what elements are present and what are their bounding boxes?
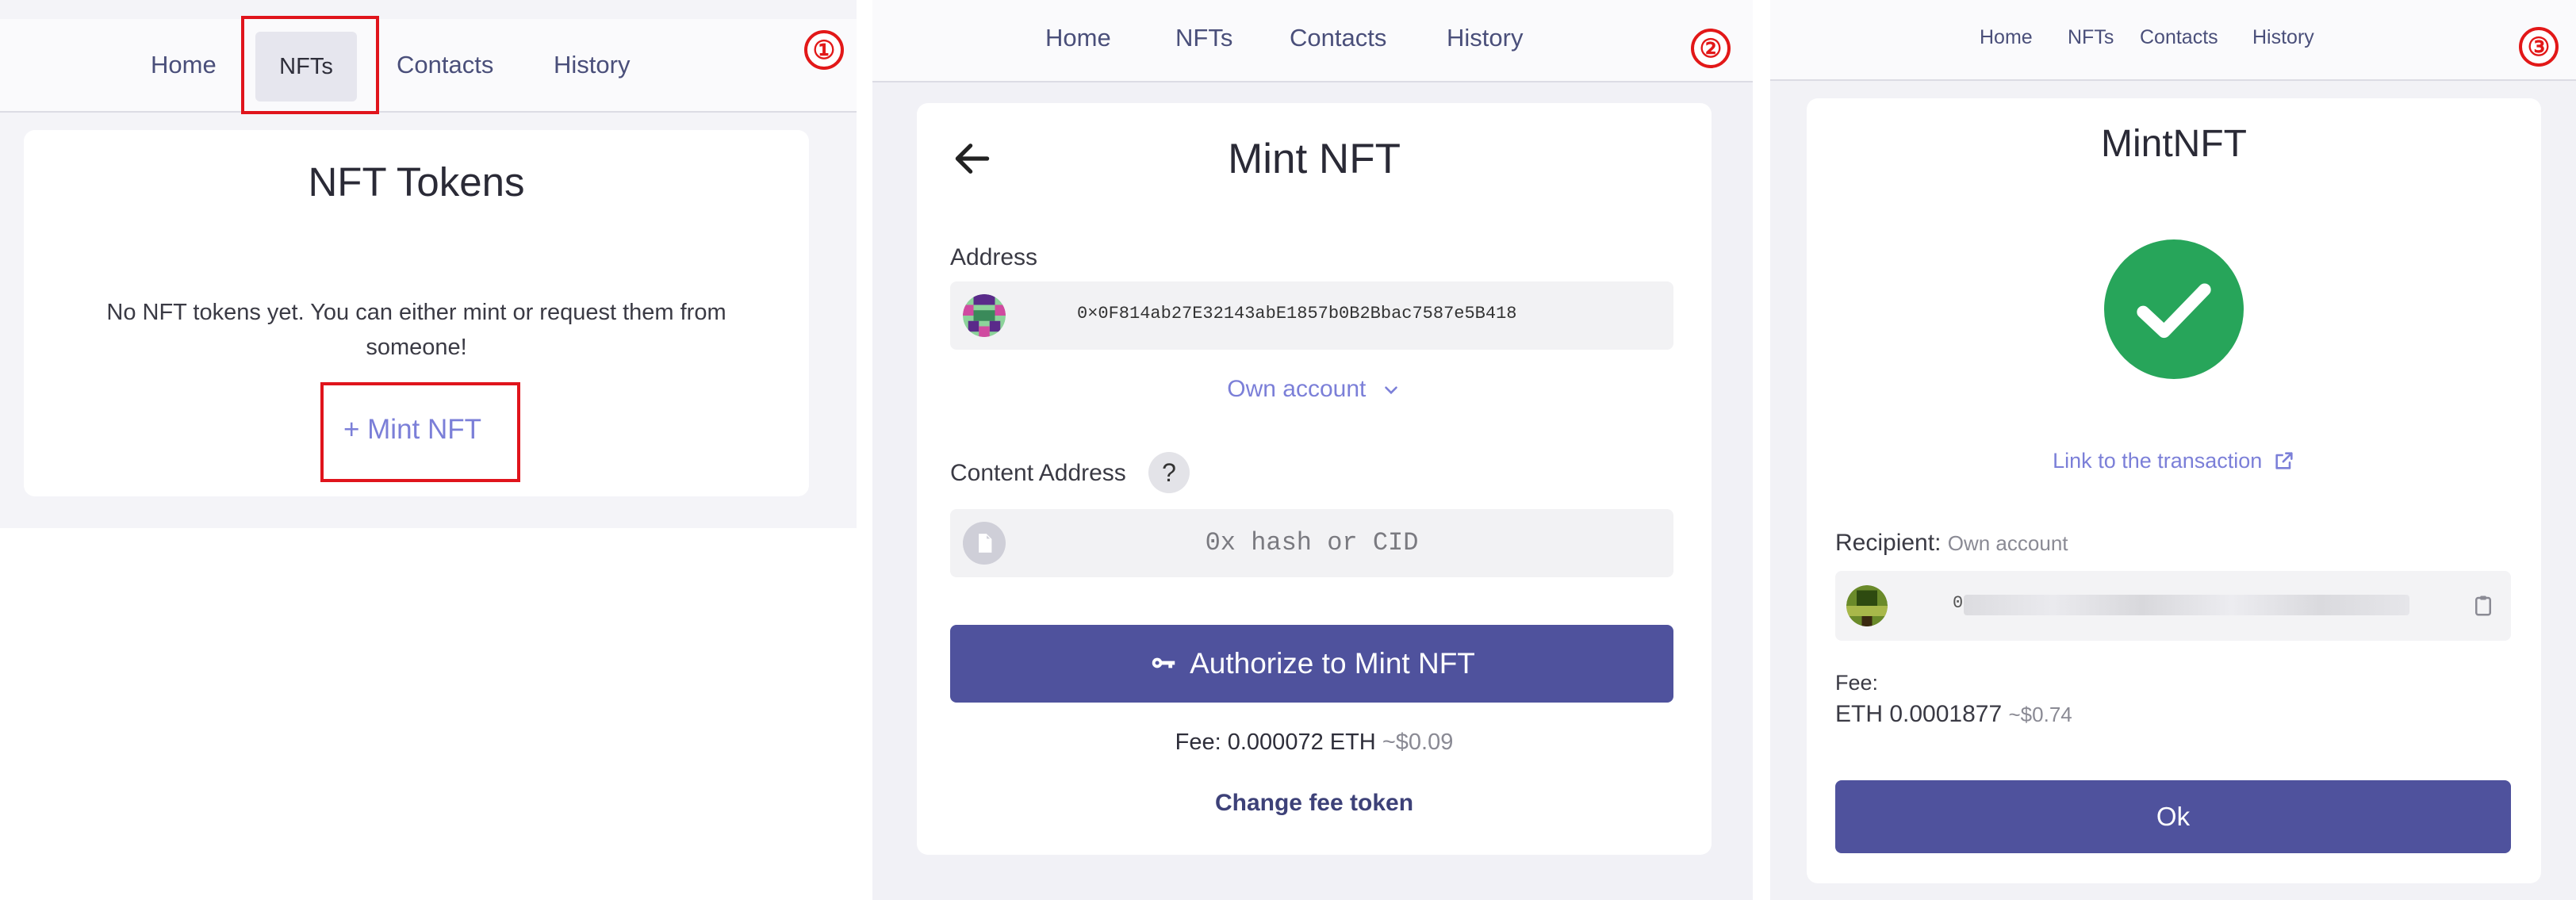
check-icon	[2104, 239, 2244, 379]
top-nav: Home NFTs Contacts History	[0, 19, 857, 113]
empty-message: No NFT tokens yet. You can either mint o…	[106, 300, 726, 360]
recipient-sub: Own account	[1947, 531, 2068, 555]
step-badge: ②	[1691, 29, 1731, 68]
authorize-mint-label: Authorize to Mint NFT	[1190, 647, 1475, 680]
nav-contacts[interactable]: Contacts	[397, 51, 493, 79]
content-address-placeholder: 0x hash or CID	[1205, 528, 1419, 557]
key-icon	[1152, 657, 1175, 668]
own-account-label: Own account	[1227, 376, 1367, 402]
transaction-link[interactable]: Link to the transaction	[1807, 449, 2541, 473]
content-address-label: Content Address	[950, 460, 1126, 486]
screen-nft-tokens: Home NFTs Contacts History ① NFT Tokens …	[0, 0, 857, 528]
transaction-link-label: Link to the transaction	[2053, 449, 2263, 473]
nav-history[interactable]: History	[2252, 26, 2314, 49]
ok-button[interactable]: Ok	[1835, 780, 2511, 853]
screen-mint-success: Home NFTs Contacts History ③ MintNFT Lin…	[1770, 0, 2576, 900]
nav-contacts[interactable]: Contacts	[2140, 26, 2218, 49]
highlight-mint-link	[320, 382, 520, 482]
fee-label: Fee: 0.000072 ETH	[1175, 730, 1376, 755]
own-account-dropdown[interactable]: Own account	[917, 376, 1712, 403]
mint-nft-card: Mint NFT Address 0×0F814ab27E32143abE185…	[917, 103, 1712, 855]
top-nav: Home NFTs Contacts History	[872, 0, 1753, 82]
nav-nfts[interactable]: NFTs	[2068, 26, 2114, 49]
fee-usd: ~$0.74	[2008, 703, 2072, 726]
fee-line: Fee: 0.000072 ETH ~$0.09	[917, 730, 1712, 756]
address-field[interactable]: 0×0F814ab27E32143abE1857b0B2Bbac7587e5B4…	[950, 281, 1673, 350]
screen-mint-nft: Home NFTs Contacts History ② Mint NFT Ad…	[872, 0, 1753, 900]
mint-success-card: MintNFT Link to the transaction Recipien…	[1807, 98, 2541, 883]
address-value: 0×0F814ab27E32143abE1857b0B2Bbac7587e5B4…	[1077, 304, 1517, 324]
page-title: Mint NFT	[1228, 136, 1401, 182]
highlight-nfts-tab	[241, 16, 379, 114]
nav-nfts[interactable]: NFTs	[1175, 24, 1232, 52]
fee-value: ETH 0.0001877	[1835, 701, 2003, 727]
nav-home[interactable]: Home	[1980, 26, 2033, 49]
avatar-icon	[1846, 585, 1888, 626]
page-title: NFT Tokens	[308, 159, 525, 205]
recipient-row: Recipient: Own account	[1835, 530, 2068, 557]
nav-home[interactable]: Home	[151, 51, 217, 79]
fee-label: Fee:	[1835, 671, 1879, 695]
fee-usd: ~$0.09	[1382, 730, 1454, 755]
nav-contacts[interactable]: Contacts	[1290, 24, 1386, 52]
nav-history[interactable]: History	[1447, 24, 1523, 52]
fee-row: ETH 0.0001877 ~$0.74	[1835, 701, 2072, 728]
chevron-down-icon	[1384, 386, 1397, 395]
change-fee-token-link[interactable]: Change fee token	[917, 790, 1712, 817]
clipboard-icon[interactable]	[2471, 594, 2495, 618]
nav-home[interactable]: Home	[1045, 24, 1111, 52]
external-link-icon	[2275, 452, 2293, 469]
recipient-address-field[interactable]: 0	[1835, 571, 2511, 641]
recipient-label: Recipient:	[1835, 530, 1942, 556]
help-icon[interactable]: ?	[1148, 452, 1190, 493]
recipient-address-blurred	[1964, 595, 2409, 615]
step-badge: ③	[2519, 27, 2559, 67]
authorize-mint-button[interactable]: Authorize to Mint NFT	[950, 625, 1673, 703]
address-label: Address	[950, 244, 1038, 270]
top-nav: Home NFTs Contacts History	[1770, 0, 2576, 81]
nav-history[interactable]: History	[554, 51, 630, 79]
step-badge: ①	[804, 30, 844, 70]
page-title: MintNFT	[2101, 123, 2247, 165]
content-address-input[interactable]: 0x hash or CID	[950, 509, 1673, 577]
avatar-icon	[963, 294, 1006, 337]
recipient-address-prefix: 0	[1953, 593, 1964, 613]
